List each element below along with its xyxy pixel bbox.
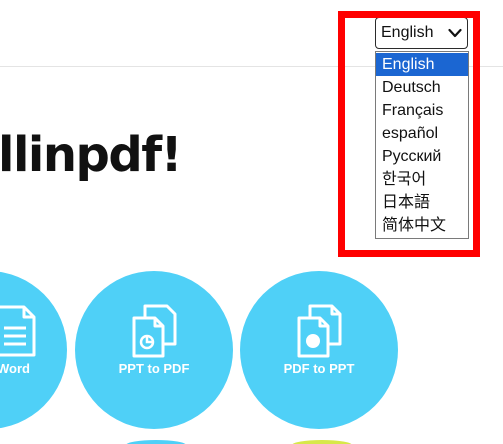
next-row-tool-edge [126,440,186,444]
next-row-tool-edge [292,440,352,444]
tool-word-button[interactable]: Word [0,271,67,429]
tool-ppt-to-pdf-label: PPT to PDF [118,361,190,376]
tool-ppt-to-pdf-button[interactable]: PPT to PDF [75,271,233,429]
word-document-icon [0,305,36,357]
page: llinpdf! Word PPT to PDF PDF to PPT Engl… [0,0,503,444]
tool-pdf-to-ppt-label: PDF to PPT [283,361,355,376]
tool-word-label: Word [0,361,30,376]
highlight-box [338,11,480,257]
tool-pdf-to-ppt-button[interactable]: PDF to PPT [240,271,398,429]
pdf-to-ppt-icon [297,304,342,358]
ppt-to-pdf-icon [132,304,177,358]
page-headline: llinpdf! [0,127,183,183]
